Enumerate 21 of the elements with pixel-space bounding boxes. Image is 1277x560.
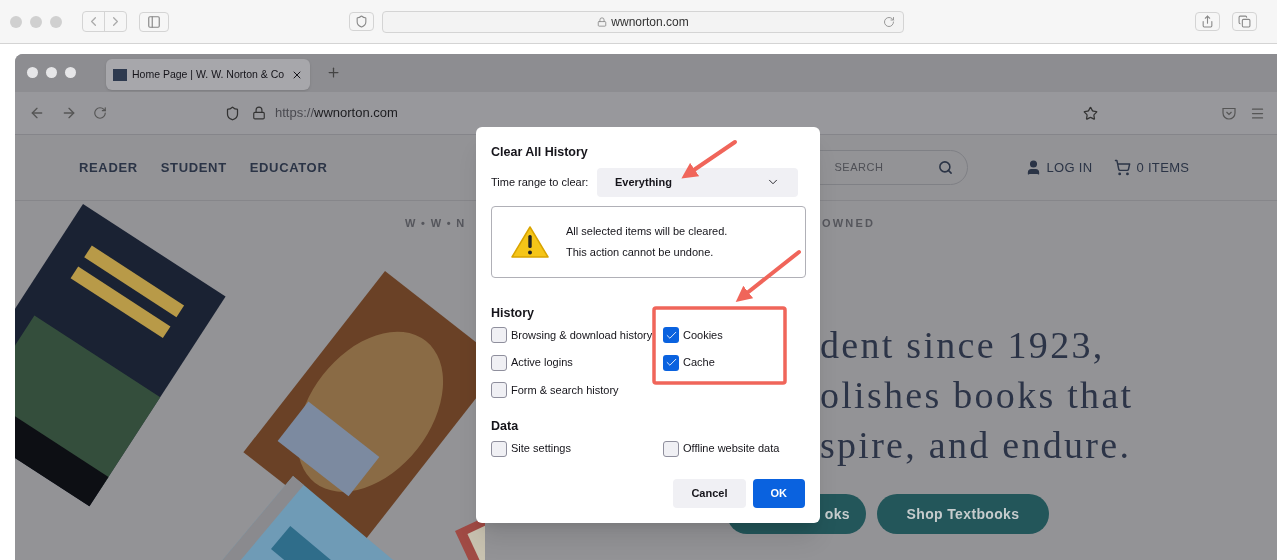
headline-text: dent since 1923, (820, 323, 1106, 368)
section-title: History (491, 304, 536, 321)
checkbox-label: Cookies (683, 327, 723, 343)
headline-text: spire, and endure. (820, 423, 1133, 468)
checkbox-label: Cache (683, 355, 715, 371)
search-placeholder: SEARCH (834, 160, 884, 176)
field-label: Time range to clear: (491, 175, 590, 190)
tagline-text: OWNED (822, 216, 876, 231)
headline-text: olishes books that (820, 373, 1135, 418)
dialog-title: Clear All History (491, 144, 589, 161)
section-title: Data (491, 418, 520, 435)
checkbox-label: Browsing & download history (511, 327, 653, 343)
checkbox-label: Form & search history (511, 382, 619, 398)
address-text: wwnorton.com (611, 13, 689, 31)
checkbox-label: Site settings (511, 441, 571, 457)
tab-title: Home Page | W. W. Norton & Co (132, 66, 286, 82)
warning-text: All selected items will be cleared. (566, 223, 728, 239)
warning-text: This action cannot be undone. (566, 245, 715, 261)
checkbox-label: Active logins (511, 355, 573, 371)
tagline-text: W • W • N (405, 216, 466, 231)
checkbox-label: Offline website data (683, 441, 780, 457)
